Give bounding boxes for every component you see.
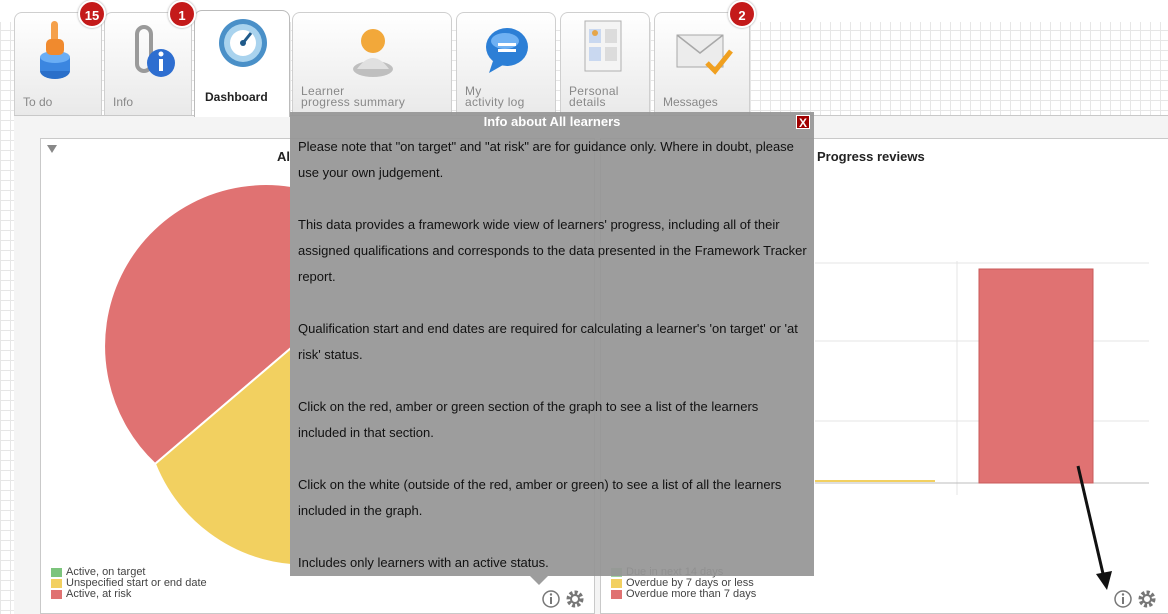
annotation-arrow-icon [1076, 465, 1112, 590]
close-button[interactable]: X [796, 115, 810, 130]
tab-learner-progress-summary[interactable]: Learner progress summary [292, 12, 452, 115]
popup-paragraph: Click on the red, amber or green section… [298, 399, 759, 440]
tab-label: Learner progress summary [301, 84, 406, 109]
tab-label: Personal details [569, 84, 619, 109]
legend-swatch [51, 568, 62, 577]
popup-paragraph: Click on the white (outside of the red, … [298, 477, 782, 518]
learner-icon [353, 29, 393, 77]
info-count-badge: 1 [168, 0, 196, 28]
popup-paragraph: Includes only learners with an active st… [298, 555, 549, 570]
todo-count-badge: 15 [78, 0, 106, 28]
tab-dashboard[interactable]: Dashboard [194, 10, 290, 117]
messages-count-badge: 2 [728, 0, 756, 28]
tab-messages[interactable]: Messages [654, 12, 750, 115]
tab-label: Info [113, 95, 134, 109]
legend-swatch [51, 590, 62, 599]
tab-label: Messages [663, 95, 718, 109]
popup-paragraph: Qualification start and end dates are re… [298, 321, 798, 362]
gear-icon[interactable] [1137, 589, 1157, 609]
tab-label: To do [23, 95, 53, 109]
info-popup: Info about All learners X Please note th… [290, 112, 814, 585]
legend-item[interactable]: Active, at risk [51, 589, 207, 600]
tab-label: My activity log [465, 84, 525, 109]
popup-pointer [530, 576, 548, 585]
personal-details-icon [584, 20, 622, 72]
popup-paragraph: This data provides a framework wide view… [298, 217, 807, 284]
popup-paragraph: Please note that "on target" and "at ris… [298, 139, 794, 180]
bar-overdue-more-than-7-days[interactable] [978, 268, 1094, 484]
legend: Active, on target Unspecified start or e… [51, 567, 207, 600]
tab-personal-details[interactable]: Personal details [560, 12, 650, 115]
dashboard-gauge-icon [219, 19, 267, 67]
speech-bubble-icon [486, 28, 528, 73]
popup-title: Info about All learners [483, 114, 621, 129]
legend-swatch [51, 579, 62, 588]
envelope-icon [676, 34, 733, 75]
hand-pointer-icon [40, 21, 70, 79]
legend-label: Active, at risk [66, 588, 132, 600]
tab-label: Dashboard [205, 90, 268, 104]
tab-my-activity-log[interactable]: My activity log [456, 12, 556, 115]
popup-body: Please note that "on target" and "at ris… [298, 134, 808, 602]
info-icon [135, 25, 175, 77]
